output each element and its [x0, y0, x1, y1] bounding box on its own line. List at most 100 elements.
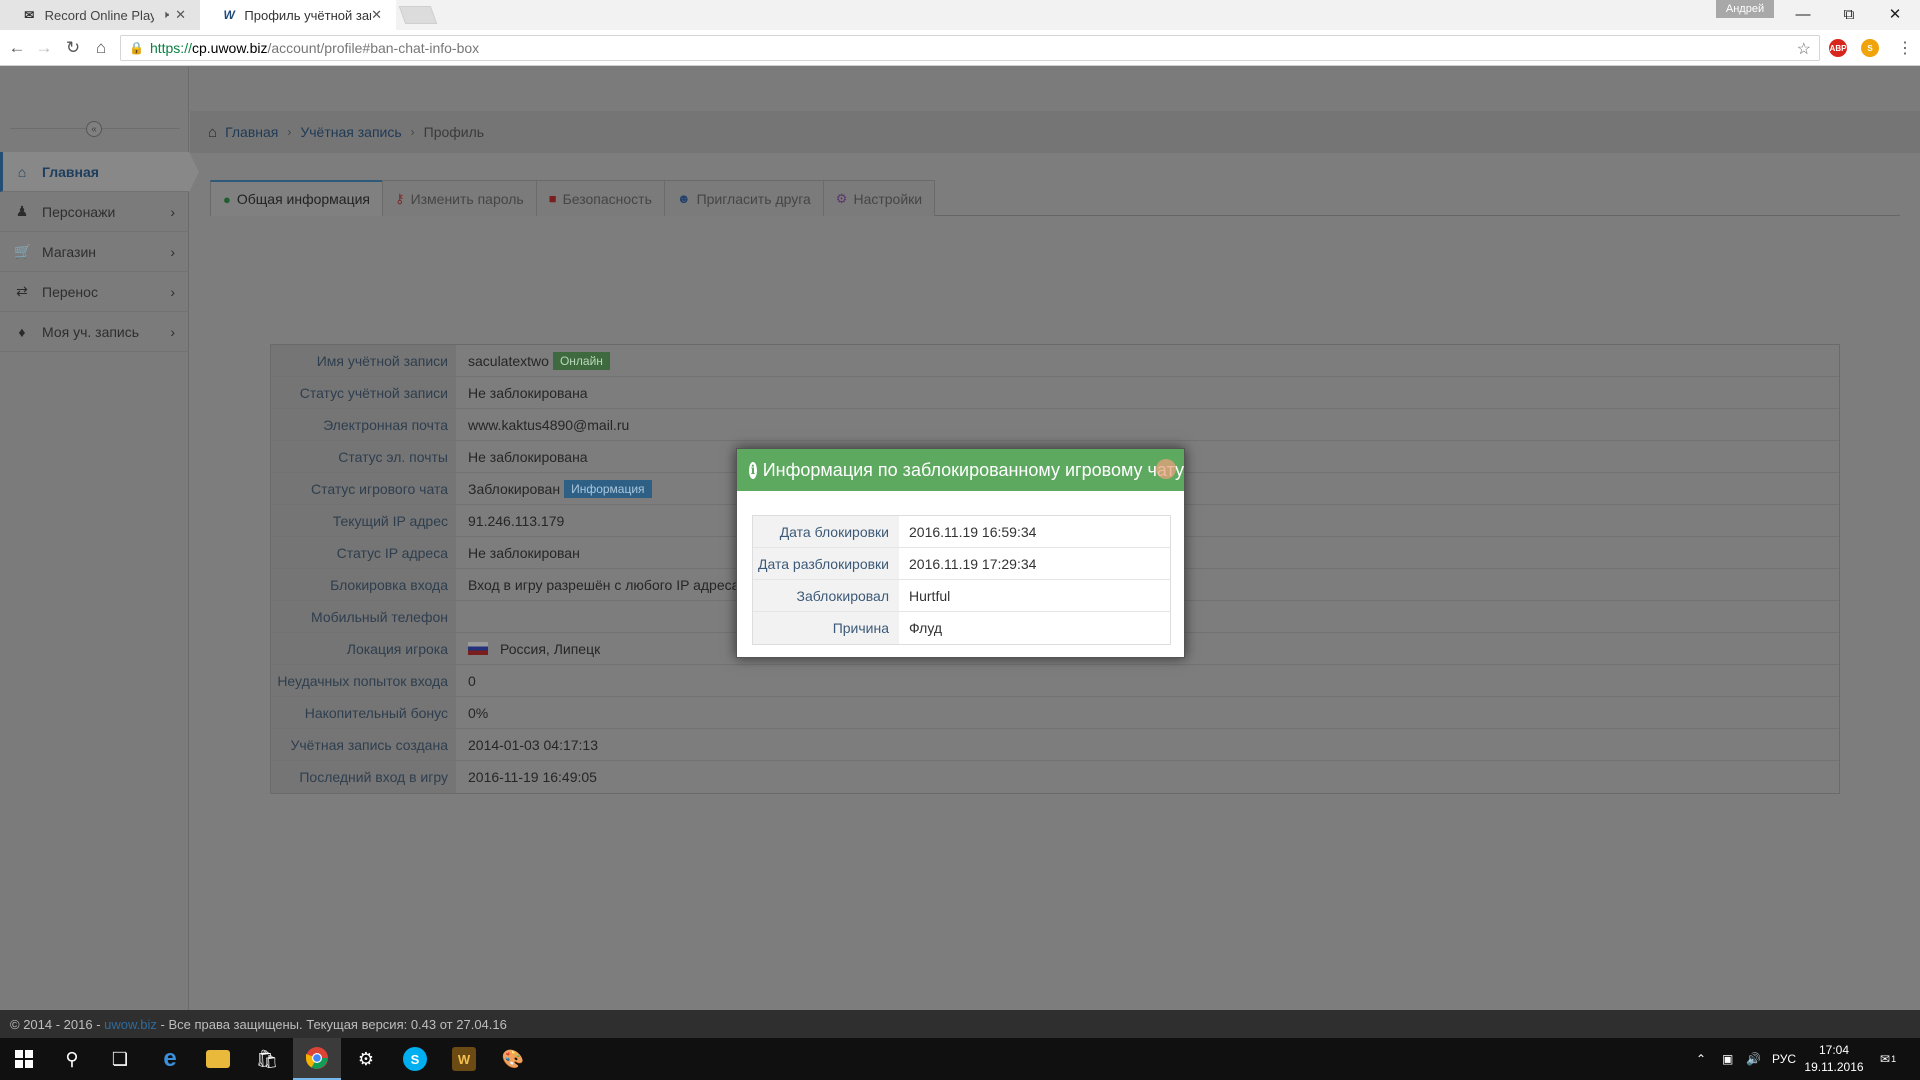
chrome-icon[interactable]: [293, 1038, 341, 1080]
back-icon[interactable]: ←: [6, 37, 28, 59]
edge-icon[interactable]: e: [146, 1038, 194, 1080]
row-label: Текущий IP адрес: [271, 505, 456, 536]
close-icon[interactable]: ✕: [371, 7, 382, 23]
footer-version: - Все права защищены. Текущая версия: 0.…: [156, 1016, 507, 1032]
row-value: 0: [456, 665, 1839, 696]
row-value: 2016-11-19 16:49:05: [456, 761, 1839, 793]
store-icon[interactable]: 🛍: [243, 1038, 291, 1080]
uwow-icon: W: [223, 8, 235, 22]
footer-copyright: © 2014 - 2016 -: [10, 1016, 105, 1032]
tab-security[interactable]: ■ Безопасность: [535, 180, 665, 216]
ban-chat-info-modal: i Информация по заблокированному игровом…: [736, 448, 1185, 658]
volume-icon[interactable]: 🔊: [1746, 1038, 1761, 1080]
row-value: 2016.11.19 16:59:34: [909, 523, 1037, 540]
footer-site-link[interactable]: uwow.biz: [104, 1017, 157, 1032]
address-bar[interactable]: 🔒 https:// cp.uwow.biz /account/profile#…: [120, 35, 1820, 61]
reload-icon[interactable]: ↻: [62, 37, 84, 59]
tab-invite-friend[interactable]: ☻ Пригласить друга: [663, 180, 824, 216]
table-row: Статус учётной записи Не заблокирована: [271, 377, 1839, 409]
row-label: Имя учётной записи: [271, 345, 456, 376]
task-view-icon[interactable]: ❏: [96, 1038, 144, 1080]
windows-start-icon[interactable]: [0, 1038, 48, 1080]
menu-icon[interactable]: ⋮: [1897, 38, 1913, 58]
warcraft-icon[interactable]: W: [440, 1038, 488, 1080]
tab-change-password[interactable]: ⚷ Изменить пароль: [382, 180, 537, 216]
modal-close-button[interactable]: [1156, 459, 1176, 479]
table-row: Накопительный бонус 0%: [271, 697, 1839, 729]
forward-icon[interactable]: →: [33, 37, 55, 59]
table-row: Дата разблокировки 2016.11.19 17:29:34: [753, 548, 1170, 580]
sidebar-item-transfer[interactable]: ⇄ Перенос ›: [0, 272, 189, 312]
table-row: Последний вход в игру 2016-11-19 16:49:0…: [271, 761, 1839, 793]
notifications-icon[interactable]: ✉ 1: [1880, 1038, 1896, 1080]
home-icon[interactable]: ⌂: [90, 37, 112, 59]
top-header: [190, 67, 1920, 111]
system-clock[interactable]: 17:04 19.11.2016: [1800, 1042, 1868, 1076]
tray-chevron-icon[interactable]: ⌃: [1696, 1038, 1706, 1080]
home-icon: ⌂: [17, 163, 27, 180]
extension-icon[interactable]: S: [1861, 39, 1879, 57]
tab-settings[interactable]: ⚙ Настройки: [822, 180, 936, 216]
browser-tab-strip: ✉ Record Online Player 🕨 ✕ W Профиль учё…: [0, 0, 1920, 30]
tab-general-info[interactable]: ● Общая информация: [210, 180, 384, 216]
online-badge: Онлайн: [552, 351, 610, 370]
row-label: Блокировка входа: [271, 569, 456, 600]
breadcrumb-home-link[interactable]: Главная: [225, 124, 278, 140]
character-icon: ♟: [15, 203, 29, 219]
file-explorer-icon[interactable]: [194, 1038, 242, 1080]
tab-label: Пригласить друга: [696, 190, 811, 207]
profile-user-badge[interactable]: Андрей: [1716, 0, 1774, 18]
search-icon[interactable]: ⚲: [48, 1038, 96, 1080]
skype-icon[interactable]: S: [391, 1038, 439, 1080]
close-icon[interactable]: ✕: [175, 7, 186, 23]
sidebar-item-label: Персонажи: [42, 203, 116, 220]
chevron-right-icon: ›: [170, 243, 175, 260]
sidebar-item-characters[interactable]: ♟ Персонажи ›: [0, 192, 189, 232]
windows-taskbar: ⚲ ❏ e 🛍 ⚙ S W 🎨 ⌃ ▣ 🔊 РУС 17:04 19.11.20…: [0, 1038, 1920, 1080]
row-label: Дата разблокировки: [753, 548, 899, 579]
clock-time: 17:04: [1818, 1043, 1850, 1057]
network-icon[interactable]: ▣: [1722, 1038, 1733, 1080]
home-icon: ⌂: [208, 123, 218, 141]
row-value: 2016.11.19 17:29:34: [909, 555, 1037, 572]
language-indicator[interactable]: РУС: [1772, 1038, 1796, 1080]
transfer-icon: ⇄: [16, 283, 28, 299]
close-window-icon[interactable]: ✕: [1872, 0, 1918, 28]
row-label: Электронная почта: [271, 409, 456, 440]
breadcrumb-separator: ›: [410, 125, 415, 139]
gear-icon: ⚙: [835, 190, 848, 206]
russia-flag-icon: [468, 642, 488, 655]
browser-tab-record-player[interactable]: ✉ Record Online Player 🕨 ✕: [0, 0, 200, 30]
paint-icon[interactable]: 🎨: [489, 1038, 537, 1080]
browser-tab-profile[interactable]: W Профиль учётной запис ✕: [200, 0, 396, 30]
bookmark-star-icon[interactable]: ☆: [1797, 39, 1811, 59]
steam-icon[interactable]: ⚙: [342, 1038, 390, 1080]
row-value: www.kaktus4890@mail.ru: [456, 409, 1839, 440]
chat-info-button[interactable]: Информация: [564, 479, 652, 498]
restore-icon[interactable]: ⧉: [1826, 0, 1872, 28]
collapse-sidebar-icon[interactable]: «: [86, 121, 102, 137]
sidebar-item-shop[interactable]: 🛒 Магазин ›: [0, 232, 189, 272]
row-label: Последний вход в игру: [271, 761, 456, 793]
chevron-right-icon: ›: [170, 203, 175, 220]
row-value: Hurtful: [909, 587, 951, 604]
url-path: /account/profile#ban-chat-info-box: [267, 40, 480, 56]
modal-header: i Информация по заблокированному игровом…: [737, 449, 1184, 491]
new-tab-button[interactable]: [398, 6, 438, 24]
chat-status: Заблокирован: [468, 480, 561, 497]
minimize-icon[interactable]: —: [1780, 0, 1826, 28]
tab-label: Общая информация: [236, 191, 371, 207]
row-label: Статус эл. почты: [271, 441, 456, 472]
sidebar-item-home[interactable]: ⌂ Главная: [0, 152, 199, 192]
sidebar-item-label: Перенос: [42, 283, 98, 300]
row-label: Мобильный телефон: [271, 601, 456, 632]
clock-date: 19.11.2016: [1804, 1060, 1864, 1074]
breadcrumb-account-link[interactable]: Учётная запись: [300, 124, 401, 140]
adblock-icon[interactable]: ABP: [1829, 39, 1847, 57]
table-row: Заблокировал Hurtful: [753, 580, 1170, 612]
row-label: Неудачных попыток входа: [271, 665, 456, 696]
lock-icon: ■: [548, 191, 557, 206]
row-value: 0%: [456, 697, 1839, 728]
speaker-icon[interactable]: 🕨: [162, 9, 169, 22]
sidebar-item-my-account[interactable]: ♦ Моя уч. запись ›: [0, 312, 189, 352]
